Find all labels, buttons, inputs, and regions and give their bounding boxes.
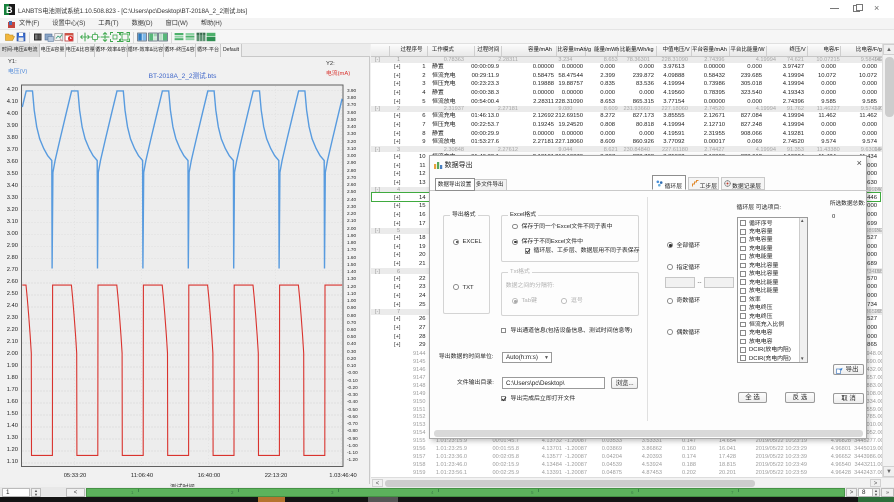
svg-text:B: B	[6, 5, 13, 15]
